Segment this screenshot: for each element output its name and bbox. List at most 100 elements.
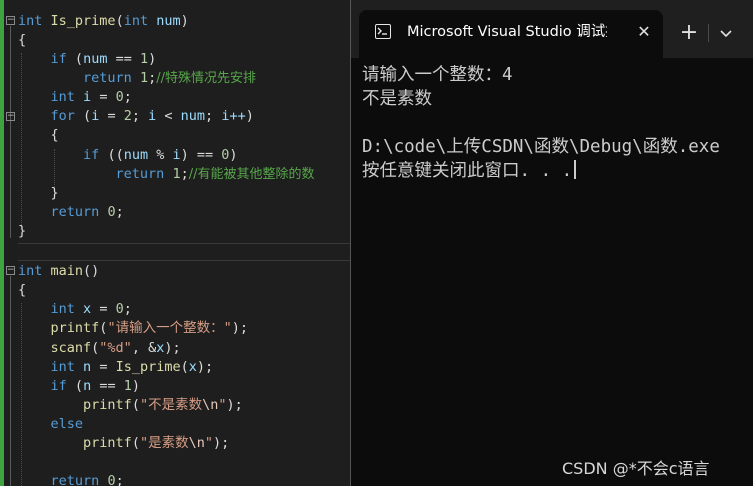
variable: num (123, 147, 149, 163)
fold-toggle-main[interactable]: − (6, 266, 15, 275)
escape-sequence: \n (202, 397, 219, 413)
code-line[interactable]: } (18, 184, 59, 203)
number: 0 (107, 473, 116, 486)
variable: i++ (221, 108, 246, 124)
code-line[interactable]: return 1;//有能被其他整除的数 (18, 165, 315, 184)
number: 1 (123, 378, 132, 394)
variable: i (83, 89, 92, 105)
fold-region-line (10, 26, 11, 238)
keyword: int (18, 13, 43, 29)
number: 1 (172, 166, 181, 182)
operator: == (107, 51, 140, 67)
text-cursor (574, 160, 577, 179)
variable: num (83, 51, 108, 67)
variable: n (83, 359, 92, 375)
tab-title: Microsoft Visual Studio 调试控制台 (407, 24, 607, 40)
fold-toggle-is-prime[interactable]: − (6, 16, 15, 25)
code-line[interactable]: int Is_prime(int num) (18, 12, 189, 31)
keyword: int (50, 301, 75, 317)
code-line[interactable]: printf("请输入一个整数："); (18, 319, 248, 338)
code-line[interactable]: int n = Is_prime(x); (18, 358, 214, 377)
code-line[interactable]: printf("是素数\n"); (18, 434, 229, 453)
string: "%d" (99, 340, 132, 356)
fold-toggle-for[interactable]: − (6, 112, 15, 121)
keyword: int (50, 89, 75, 105)
code-line[interactable]: int x = 0; (18, 300, 132, 319)
number: 0 (115, 89, 124, 105)
string: "请输入一个整数：" (107, 320, 232, 336)
console-prompt-line: 按任意键关闭此窗口. . . (362, 160, 577, 182)
new-tab-button[interactable]: + (677, 21, 701, 45)
code-line[interactable]: return 0; (18, 472, 124, 486)
terminal-icon (375, 24, 391, 39)
fold-region-line (10, 276, 11, 486)
number: 2 (123, 108, 132, 124)
function-name: Is_prime (115, 359, 181, 375)
operator: == (188, 147, 222, 163)
titlebar-divider (708, 24, 709, 42)
number: 1 (139, 70, 149, 86)
code-line[interactable]: scanf("%d", &x); (18, 339, 181, 358)
function-name: printf (50, 320, 100, 336)
keyword: return (83, 70, 132, 86)
code-line[interactable]: for (i = 2; i < num; i++) (18, 107, 254, 126)
string: "是素数 (139, 435, 189, 451)
string: " (218, 397, 227, 413)
code-line[interactable]: int main() (18, 262, 99, 281)
keyword: for (50, 108, 75, 124)
code-line[interactable]: } (18, 222, 26, 241)
function-name: printf (83, 397, 132, 413)
console-output-line: 按任意键关闭此窗口. . . (362, 161, 573, 181)
code-line[interactable]: return 1;//特殊情况先安排 (18, 69, 256, 88)
code-line[interactable]: { (18, 126, 59, 145)
variable: i (172, 147, 181, 163)
change-tracking-bar (0, 0, 4, 486)
code-line[interactable]: printf("不是素数\n"); (18, 396, 243, 415)
string: " (204, 435, 213, 451)
variable: x (188, 359, 197, 375)
code-line[interactable]: if (num == 1) (18, 50, 157, 69)
operator: < (156, 108, 181, 124)
function-name: scanf (50, 340, 92, 356)
keyword: return (50, 204, 100, 220)
variable: x (83, 301, 92, 317)
debug-console-window[interactable]: Microsoft Visual Studio 调试控制台 ✕ + 请输入一个整… (350, 0, 753, 486)
code-line[interactable]: { (18, 31, 26, 50)
keyword: if (83, 147, 100, 163)
code-line[interactable]: if (n == 1) (18, 377, 140, 396)
code-line[interactable]: else (18, 415, 84, 434)
code-line[interactable]: return 0; (18, 203, 124, 222)
watermark: CSDN @*不会c语言 (562, 459, 710, 478)
number: 1 (139, 51, 149, 67)
keyword: return (115, 166, 165, 182)
function-name: Is_prime (50, 13, 116, 29)
console-output-line: 请输入一个整数：4 (362, 65, 513, 85)
function-name: main (50, 263, 84, 279)
keyword: if (50, 51, 67, 67)
terminal-titlebar: Microsoft Visual Studio 调试控制台 ✕ + (351, 0, 753, 58)
code-line[interactable]: int i = 0; (18, 88, 132, 107)
function-name: printf (83, 435, 132, 451)
code-editor[interactable]: − − − int Is_prime(int num) { if (num ==… (0, 0, 360, 486)
comment: //有能被其他整除的数 (188, 167, 315, 182)
keyword: int (18, 263, 43, 279)
chevron-down-icon[interactable] (715, 22, 737, 44)
number: 0 (107, 204, 116, 220)
code-line[interactable]: if ((num % i) == 0) (18, 146, 238, 165)
operator: % (148, 147, 173, 163)
tab-debug-console[interactable]: Microsoft Visual Studio 调试控制台 ✕ (359, 10, 663, 58)
close-icon[interactable]: ✕ (634, 22, 654, 42)
keyword: int (123, 13, 149, 29)
escape-sequence: \n (188, 435, 205, 451)
keyword: return (50, 473, 100, 486)
variable: n (83, 378, 92, 394)
number: 0 (115, 301, 124, 317)
keyword: if (50, 378, 67, 394)
keyword: int (50, 359, 75, 375)
comment: //特殊情况先安排 (156, 71, 256, 86)
console-output-line: 不是素数 (362, 89, 432, 109)
console-output-line: D:\code\上传CSDN\函数\Debug\函数.exe (362, 137, 720, 157)
code-line[interactable]: { (18, 281, 26, 300)
parameter: num (156, 13, 181, 29)
variable: num (180, 108, 206, 124)
